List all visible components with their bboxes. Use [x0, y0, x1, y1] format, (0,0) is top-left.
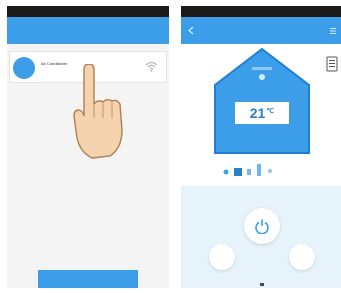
dry-icon[interactable]: [246, 169, 252, 175]
cool-icon[interactable]: [234, 168, 242, 176]
left-control-button[interactable]: [209, 244, 235, 270]
tap-hand-icon: [73, 64, 123, 159]
right-phone-screen: 21 ℃: [181, 6, 341, 288]
control-panel: [181, 186, 341, 288]
right-control-button[interactable]: [289, 244, 315, 270]
back-arrow-icon[interactable]: [187, 26, 195, 35]
temperature-unit: ℃: [266, 108, 275, 115]
house-display-icon: [214, 47, 310, 154]
title-bar: [7, 17, 169, 44]
device-name: Air Conditioner: [41, 61, 68, 66]
wifi-icon: [145, 61, 158, 72]
temperature-display: 21 ℃: [235, 102, 289, 124]
fan-icon[interactable]: [223, 169, 229, 175]
menu-icon[interactable]: [329, 27, 337, 35]
auto-icon[interactable]: [267, 168, 273, 174]
status-bar: [181, 6, 341, 17]
left-phone-screen: Air Conditioner: [7, 6, 169, 288]
status-bar: [7, 6, 169, 17]
title-bar: [181, 17, 341, 44]
power-button[interactable]: [244, 208, 280, 244]
power-icon: [255, 219, 269, 234]
temperature-value: 21: [249, 105, 266, 121]
heat-icon[interactable]: [256, 164, 262, 176]
home-indicator: [260, 283, 264, 286]
device-avatar: [13, 57, 35, 79]
remote-icon[interactable]: [325, 51, 339, 73]
mode-selector: [181, 159, 341, 183]
bottom-action-button[interactable]: [38, 270, 138, 288]
